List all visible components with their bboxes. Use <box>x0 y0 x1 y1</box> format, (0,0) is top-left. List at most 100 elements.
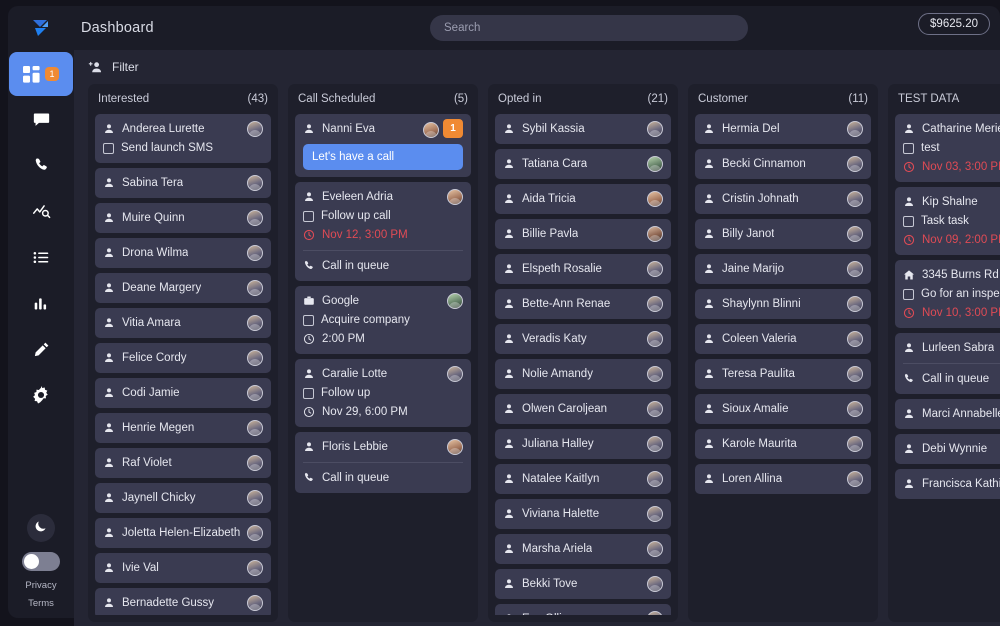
kanban-card[interactable]: Aida Tricia <box>495 184 671 214</box>
privacy-link[interactable]: Privacy <box>25 580 56 591</box>
card-title: Loren Allina <box>722 472 783 485</box>
kanban-card[interactable]: Debi Wynnie <box>895 434 1000 464</box>
person-icon <box>903 196 915 208</box>
checkbox-icon[interactable] <box>903 288 914 300</box>
checkbox-icon[interactable] <box>303 210 314 222</box>
person-icon <box>703 368 715 380</box>
kanban-card[interactable]: Becki Cinnamon <box>695 149 871 179</box>
kanban-card[interactable]: Floris Lebbie Call in queue <box>295 432 471 493</box>
theme-moon-button[interactable] <box>27 514 55 542</box>
card-title-row: Loren Allina <box>703 471 863 487</box>
sidebar-item-compose[interactable] <box>8 326 74 372</box>
person-icon <box>903 342 915 354</box>
kanban-card[interactable]: Sioux Amalie <box>695 394 871 424</box>
kanban-card[interactable]: Jaynell Chicky <box>95 483 271 513</box>
card-task-row[interactable]: Go for an inspection <box>903 286 1000 302</box>
kanban-card[interactable]: Nolie Amandy <box>495 359 671 389</box>
card-queue-row[interactable]: Call in queue <box>303 258 463 274</box>
card-task-row[interactable]: Follow up call <box>303 208 463 224</box>
card-task-row[interactable]: Send launch SMS <box>103 140 263 156</box>
kanban-card[interactable]: Bernadette Gussy <box>95 588 271 615</box>
kanban-card[interactable]: Deane Margery <box>95 273 271 303</box>
checkbox-icon[interactable] <box>303 314 314 326</box>
kanban-card[interactable]: Drona Wilma <box>95 238 271 268</box>
kanban-card[interactable]: Natalee Kaitlyn <box>495 464 671 494</box>
kanban-card[interactable]: Eva Ollie <box>495 604 671 615</box>
kanban-card[interactable]: Catharine Meriel test Nov 03, 3:00 PM <box>895 114 1000 182</box>
kanban-card[interactable]: Olwen Caroljean <box>495 394 671 424</box>
kanban-card[interactable]: Sybil Kassia <box>495 114 671 144</box>
balance-pill[interactable]: $9625.20 <box>918 13 990 35</box>
kanban-card[interactable]: Google Acquire company 2:00 PM <box>295 286 471 354</box>
kanban-card[interactable]: Codi Jamie <box>95 378 271 408</box>
kanban-card[interactable]: Anderea Lurette Send launch SMS <box>95 114 271 163</box>
theme-toggle[interactable] <box>22 552 60 571</box>
card-queue-row[interactable]: Call in queue <box>903 371 1000 387</box>
kanban-card[interactable]: Francisca Kathie <box>895 469 1000 499</box>
kanban-card[interactable]: Karole Maurita <box>695 429 871 459</box>
sidebar-item-reports[interactable] <box>8 280 74 326</box>
kanban-card[interactable]: Marci Annabelle <box>895 399 1000 429</box>
kanban-card[interactable]: Juliana Halley <box>495 429 671 459</box>
kanban-card[interactable]: Billie Pavla <box>495 219 671 249</box>
kanban-card[interactable]: Sabina Tera <box>95 168 271 198</box>
kanban-card[interactable]: Marsha Ariela <box>495 534 671 564</box>
kanban-card[interactable]: Bekki Tove <box>495 569 671 599</box>
avatar <box>247 595 263 611</box>
kanban-card[interactable]: Coleen Valeria <box>695 324 871 354</box>
checkbox-icon[interactable] <box>103 142 114 154</box>
sidebar-item-messages[interactable] <box>8 96 74 142</box>
kanban-card[interactable]: Eveleen Adria Follow up call Nov 12, 3:00 … <box>295 182 471 281</box>
kanban-card[interactable]: Teresa Paulita <box>695 359 871 389</box>
card-title-row: Nolie Amandy <box>503 366 663 382</box>
kanban-card[interactable]: Kip Shalne Task task Nov 09, 2:00 PM <box>895 187 1000 255</box>
kanban-card[interactable]: Lurleen Sabra Call in queue <box>895 333 1000 394</box>
sidebar-item-lists[interactable] <box>8 234 74 280</box>
kanban-card[interactable]: Felice Cordy <box>95 343 271 373</box>
terms-link[interactable]: Terms <box>28 598 54 609</box>
sidebar-item-settings[interactable] <box>8 372 74 418</box>
card-message-bubble[interactable]: Let's have a call <box>303 144 463 170</box>
card-title-row: Raf Violet <box>103 455 263 471</box>
kanban-card[interactable]: Hermia Del <box>695 114 871 144</box>
kanban-card[interactable]: Bette-Ann Renae <box>495 289 671 319</box>
kanban-card[interactable]: Vitia Amara <box>95 308 271 338</box>
person-icon <box>503 543 515 555</box>
card-task-row[interactable]: Acquire company <box>303 312 463 328</box>
kanban-card[interactable]: Joletta Helen-Elizabeth <box>95 518 271 548</box>
kanban-card[interactable]: Cristin Johnath <box>695 184 871 214</box>
card-title: Eveleen Adria <box>322 190 393 203</box>
checkbox-icon[interactable] <box>903 215 914 227</box>
card-task-row[interactable]: test <box>903 140 1000 156</box>
kanban-card[interactable]: Caralie Lotte Follow up Nov 29, 6:00 PM <box>295 359 471 427</box>
card-task-row[interactable]: Task task <box>903 213 1000 229</box>
kanban-card[interactable]: Muire Quinn <box>95 203 271 233</box>
kanban-card[interactable]: Viviana Halette <box>495 499 671 529</box>
kanban-card[interactable]: Elspeth Rosalie <box>495 254 671 284</box>
kanban-card[interactable]: Henrie Megen <box>95 413 271 443</box>
kanban-card[interactable]: Shaylynn Blinni <box>695 289 871 319</box>
card-task-row[interactable]: Follow up <box>303 385 463 401</box>
kanban-card[interactable]: Ivie Val <box>95 553 271 583</box>
checkbox-icon[interactable] <box>903 142 914 154</box>
kanban-card[interactable]: Raf Violet <box>95 448 271 478</box>
card-title: Billie Pavla <box>522 227 579 240</box>
sidebar-item-dashboard[interactable]: 1 <box>9 52 73 96</box>
card-queue-row[interactable]: Call in queue <box>303 470 463 486</box>
sidebar-item-analytics[interactable] <box>8 188 74 234</box>
card-title-row: Sioux Amalie <box>703 401 863 417</box>
kanban-card[interactable]: Billy Janot <box>695 219 871 249</box>
kanban-card[interactable]: Tatiana Cara <box>495 149 671 179</box>
search-input[interactable] <box>430 15 748 41</box>
filter-label[interactable]: Filter <box>112 60 139 74</box>
avatar <box>647 436 663 452</box>
checkbox-icon[interactable] <box>303 387 314 399</box>
card-title: Francisca Kathie <box>922 477 1000 490</box>
kanban-card[interactable]: 3345 Burns Rd Go for an inspection Nov 10,… <box>895 260 1000 328</box>
kanban-card[interactable]: Jaine Marijo <box>695 254 871 284</box>
sidebar-item-calls[interactable] <box>8 142 74 188</box>
kanban-card[interactable]: Loren Allina <box>695 464 871 494</box>
kanban-card[interactable]: Nanni Eva Let's have a call 1 <box>295 114 471 177</box>
kanban-card[interactable]: Veradis Katy <box>495 324 671 354</box>
app-logo[interactable] <box>8 6 74 50</box>
